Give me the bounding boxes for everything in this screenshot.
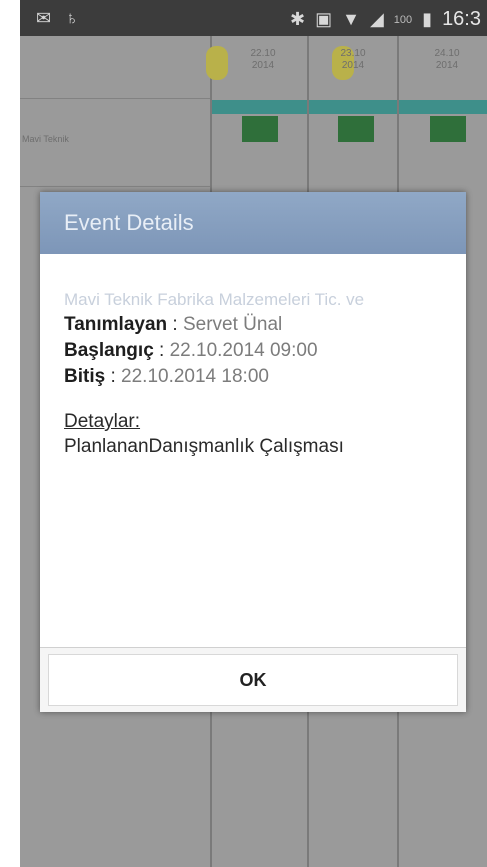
usb-icon: ♄ — [65, 8, 79, 28]
details-value: PlanlananDanışmanlık Çalışması — [64, 436, 344, 457]
nfc-icon: ▣ — [315, 9, 333, 29]
clock: 16:3 — [442, 8, 481, 30]
message-icon: ✉ — [36, 8, 52, 28]
event-block[interactable] — [242, 116, 278, 142]
details-label: Detaylar: — [64, 411, 141, 432]
divider — [20, 186, 210, 187]
start-value: 22.10.2014 09:00 — [169, 340, 318, 361]
defined-by-row: Tanımlayan : Servet Ünal — [64, 314, 283, 335]
dialog-body: Mavi Teknik Fabrika Malzemeleri Tic. ve … — [40, 254, 466, 460]
dialog-footer: OK — [40, 647, 466, 712]
event-title: Mavi Teknik Fabrika Malzemeleri Tic. ve — [64, 290, 365, 309]
divider — [20, 98, 210, 99]
defined-by-value: Servet Ünal — [182, 314, 283, 335]
column-header[interactable]: 23.10 2014 — [318, 48, 388, 72]
device-screen: ✉ ♄ ✱ ▣ ▼ ◢ 100 ▮ 16:3 Mavi Teknik 22.10… — [20, 0, 487, 867]
column-header[interactable]: 22.10 2014 — [228, 48, 298, 72]
event-details-dialog: Event Details Mavi Teknik Fabrika Malzem… — [40, 192, 466, 712]
wifi-icon: ▼ — [342, 9, 360, 29]
end-value: 22.10.2014 18:00 — [121, 366, 269, 387]
start-row: Başlangıç : 22.10.2014 09:00 — [64, 340, 318, 361]
today-marker — [206, 46, 228, 80]
start-label: Başlangıç — [64, 340, 154, 361]
event-block[interactable] — [430, 116, 466, 142]
end-label: Bitiş — [64, 366, 106, 387]
row-label: Mavi Teknik — [22, 134, 69, 144]
defined-by-label: Tanımlayan — [64, 314, 168, 335]
dialog-title: Event Details — [40, 192, 466, 254]
battery-icon: ▮ — [422, 9, 433, 29]
status-bar: ✉ ♄ ✱ ▣ ▼ ◢ 100 ▮ 16:3 — [20, 0, 487, 36]
bluetooth-icon: ✱ — [290, 9, 306, 29]
end-row: Bitiş : 22.10.2014 18:00 — [64, 366, 269, 387]
signal-icon: ◢ — [369, 9, 384, 29]
event-block[interactable] — [338, 116, 374, 142]
column-header[interactable]: 24.10 2014 — [412, 48, 482, 72]
ok-button[interactable]: OK — [48, 654, 458, 706]
timeline-bar — [210, 100, 487, 114]
battery-percent: 100 — [393, 13, 413, 26]
